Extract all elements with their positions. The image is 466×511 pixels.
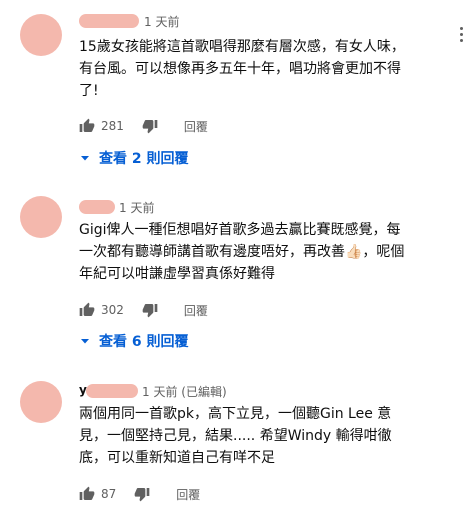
like-count: 281 bbox=[101, 119, 124, 133]
avatar[interactable] bbox=[20, 14, 62, 56]
like-icon[interactable] bbox=[79, 302, 95, 318]
comment-actions: 302 回覆 bbox=[79, 300, 208, 320]
author-name-redacted[interactable] bbox=[86, 384, 138, 398]
dislike-icon[interactable] bbox=[134, 486, 150, 502]
view-replies-button[interactable]: 查看 6 則回覆 bbox=[79, 331, 189, 351]
reply-button[interactable]: 回覆 bbox=[184, 302, 208, 319]
more-actions-icon[interactable] bbox=[460, 27, 466, 43]
author-name-redacted[interactable] bbox=[79, 14, 139, 28]
like-icon[interactable] bbox=[79, 118, 95, 134]
comment-timestamp: 1 天前 (已編輯) bbox=[142, 385, 227, 399]
comment-line: Gigi俾人一種佢想唱好首歌多過去贏比賽既感覺，每 bbox=[79, 222, 401, 238]
avatar[interactable] bbox=[20, 381, 62, 423]
comment-timestamp: 1 天前 bbox=[144, 15, 180, 29]
comment-line: 一次都有聽導師講首歌有邊度唔好，再改善👍🏻，呢個 bbox=[79, 244, 405, 260]
reply-button[interactable]: 回覆 bbox=[176, 486, 200, 503]
reply-button[interactable]: 回覆 bbox=[184, 118, 208, 135]
comment-line: 年紀可以咁謙虛學習真係好難得 bbox=[79, 266, 275, 282]
comment-line: 了! bbox=[79, 83, 99, 99]
comment-line: 兩個用同一首歌pk，高下立見，一個聽Gin Lee 意 bbox=[79, 406, 392, 422]
comment-actions: 281 回覆 bbox=[79, 116, 208, 136]
comment-line: 15歲女孩能將這首歌唱得那麼有層次感，有女人味， bbox=[79, 39, 405, 55]
comment-text: 兩個用同一首歌pk，高下立見，一個聽Gin Lee 意 見，一個堅持己見，結果.… bbox=[79, 403, 451, 469]
comment-line: 底，可以重新知道自己有咩不足 bbox=[79, 450, 275, 466]
like-count: 302 bbox=[101, 303, 124, 317]
like-count: 87 bbox=[101, 487, 117, 501]
comment-actions: 87 回覆 bbox=[79, 484, 200, 504]
view-replies-label: 查看 2 則回覆 bbox=[99, 151, 189, 167]
caret-down-icon bbox=[81, 156, 89, 161]
dislike-icon[interactable] bbox=[142, 302, 158, 318]
view-replies-button[interactable]: 查看 2 則回覆 bbox=[79, 148, 189, 168]
comment-timestamp: 1 天前 bbox=[119, 201, 155, 215]
comment-text: Gigi俾人一種佢想唱好首歌多過去贏比賽既感覺，每 一次都有聽導師講首歌有邊度唔… bbox=[79, 219, 451, 285]
view-replies-label: 查看 6 則回覆 bbox=[99, 334, 189, 350]
like-icon[interactable] bbox=[79, 486, 95, 502]
comment-line: 有台風。可以想像再多五年十年，唱功將會更加不得 bbox=[79, 61, 401, 77]
comment-text: 15歲女孩能將這首歌唱得那麼有層次感，有女人味， 有台風。可以想像再多五年十年，… bbox=[79, 36, 451, 102]
author-name-redacted[interactable] bbox=[79, 200, 115, 214]
comment-line: 見，一個堅持己見，結果..... 希望Windy 輸得咁徹 bbox=[79, 428, 392, 444]
dislike-icon[interactable] bbox=[142, 118, 158, 134]
caret-down-icon bbox=[81, 339, 89, 344]
avatar[interactable] bbox=[20, 196, 62, 238]
